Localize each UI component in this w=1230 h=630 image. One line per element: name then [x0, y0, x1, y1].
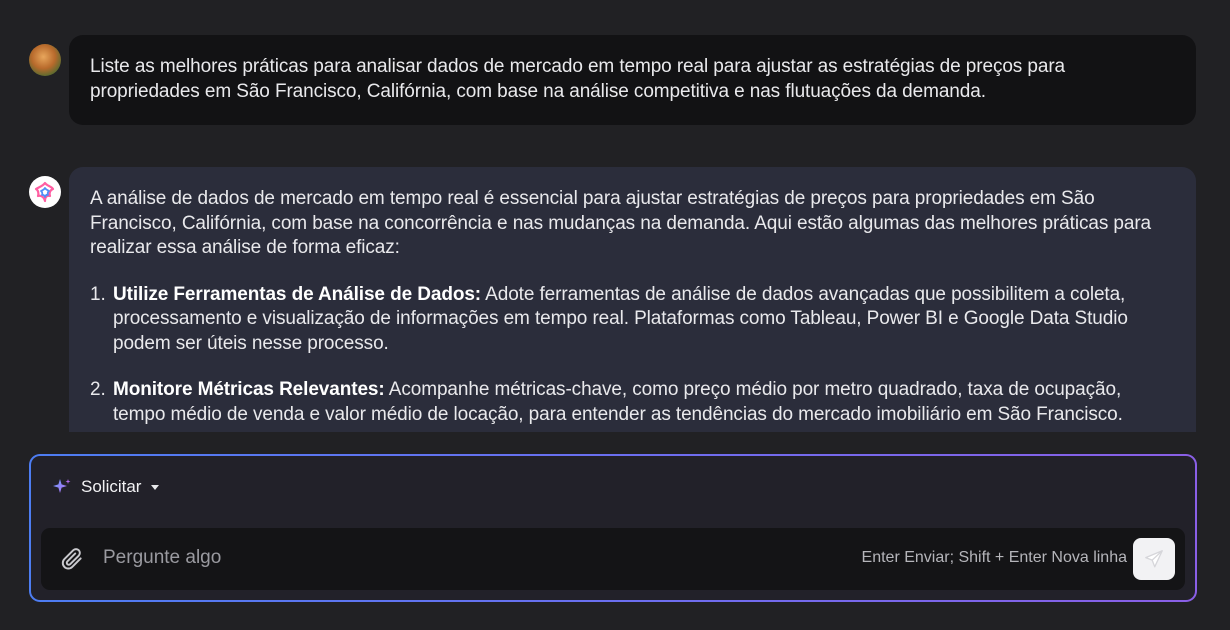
chat-transcript: Liste as melhores práticas para analisar… [0, 0, 1230, 432]
list-item: 2. Monitore Métricas Relevantes: Acompan… [90, 378, 1175, 427]
assistant-message-bubble: A análise de dados de mercado em tempo r… [69, 167, 1196, 432]
input-row: Enter Enviar; Shift + Enter Nova linha [41, 528, 1185, 590]
keyboard-hint: Enter Enviar; Shift + Enter Nova linha [861, 549, 1127, 566]
mode-label: Solicitar [81, 477, 142, 496]
list-item-number: 2. [90, 379, 106, 400]
send-icon [1145, 550, 1163, 568]
user-avatar [29, 44, 61, 76]
sparkle-icon [53, 479, 71, 493]
user-message-text: Liste as melhores práticas para analisar… [90, 56, 1066, 102]
list-item-number: 1. [90, 283, 106, 305]
send-button[interactable] [1133, 538, 1175, 580]
chevron-down-icon [151, 484, 160, 490]
composer: Solicitar Enter Enviar; Shift + Enter No… [29, 454, 1197, 602]
list-item: 1. Utilize Ferramentas de Análise de Dad… [90, 283, 1175, 357]
paperclip-icon[interactable] [59, 546, 85, 572]
practices-list: 1. Utilize Ferramentas de Análise de Dad… [90, 283, 1175, 428]
list-item-title: Utilize Ferramentas de Análise de Dados: [113, 283, 482, 305]
list-item-title: Monitore Métricas Relevantes: [113, 379, 385, 400]
user-message-bubble: Liste as melhores práticas para analisar… [69, 35, 1196, 125]
mode-dropdown[interactable]: Solicitar [51, 476, 160, 498]
assistant-intro-text: A análise de dados de mercado em tempo r… [90, 188, 1152, 258]
assistant-avatar [29, 176, 61, 208]
assistant-logo-icon [34, 181, 55, 203]
ask-input[interactable] [103, 542, 803, 574]
